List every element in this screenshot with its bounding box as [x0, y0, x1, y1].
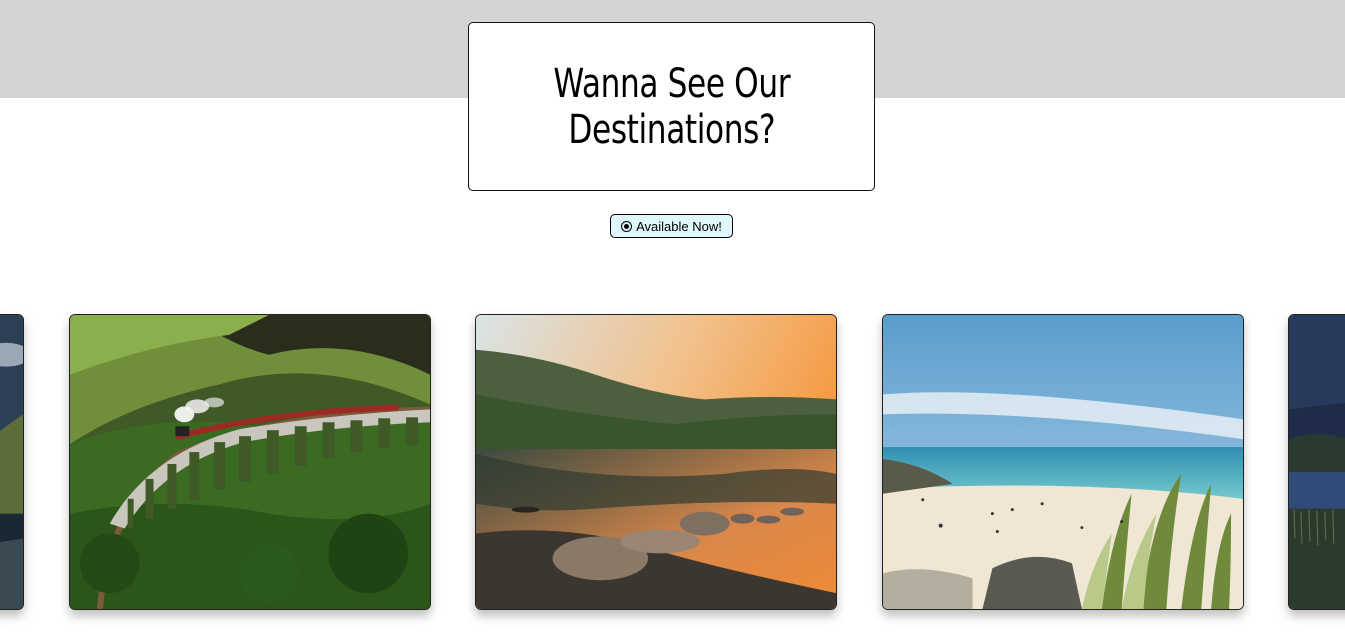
- radio-selected-icon: [621, 220, 633, 232]
- destination-image-lake-night: [0, 315, 23, 609]
- destination-image-viaduct-train: [70, 315, 430, 609]
- destination-image-beach: [883, 315, 1243, 609]
- hero-card: Wanna See Our Destinations?: [468, 22, 875, 191]
- destination-image-lake-sunset: [476, 315, 836, 609]
- hero-title-line2: Destinations?: [568, 106, 775, 153]
- available-now-button[interactable]: Available Now!: [610, 214, 733, 238]
- destinations-carousel[interactable]: [0, 314, 1345, 610]
- hero-title-line1: Wanna See Our: [553, 60, 790, 107]
- page: Wanna See Our Destinations? Available No…: [0, 0, 1345, 640]
- destination-image-lake-dusk: [1289, 315, 1345, 609]
- destination-card[interactable]: [475, 314, 837, 610]
- destination-card[interactable]: [69, 314, 431, 610]
- destination-card[interactable]: [882, 314, 1244, 610]
- destination-card[interactable]: [1288, 314, 1345, 610]
- available-now-label: Available Now!: [636, 218, 722, 234]
- destination-card[interactable]: [0, 314, 24, 610]
- hero-title: Wanna See Our Destinations?: [553, 61, 790, 153]
